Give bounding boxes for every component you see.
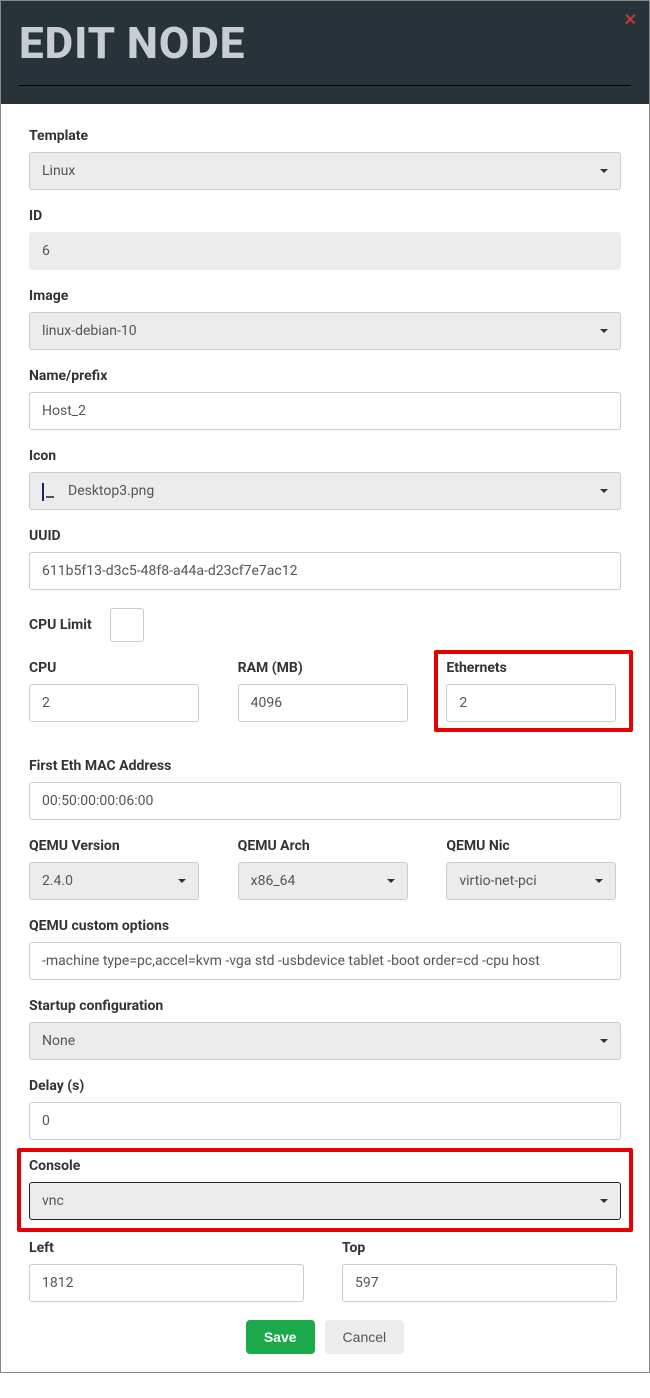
top-field[interactable]: 597 [342, 1264, 617, 1302]
top-value: 597 [355, 1275, 379, 1291]
console-highlight: Console vnc [17, 1148, 633, 1232]
chevron-down-icon [387, 879, 395, 883]
chevron-down-icon [600, 169, 608, 173]
chevron-down-icon [595, 879, 603, 883]
chevron-down-icon [600, 489, 608, 493]
cpu-limit-checkbox[interactable] [110, 608, 144, 642]
ram-label: RAM (MB) [238, 660, 413, 676]
save-button[interactable]: Save [246, 1320, 315, 1354]
ethernets-highlight: Ethernets 2 [434, 650, 633, 732]
console-label: Console [29, 1158, 621, 1174]
modal-body: Template Linux ID 6 Image linux-debian-1… [1, 104, 649, 1372]
uuid-field[interactable]: 611b5f13-d3c5-48f8-a44a-d23cf7e7ac12 [29, 552, 621, 590]
qemu-version-value: 2.4.0 [42, 873, 73, 889]
image-value: linux-debian-10 [42, 323, 137, 339]
ethernets-value: 2 [459, 695, 467, 711]
qemu-custom-value: -machine type=pc,accel=kvm -vga std -usb… [42, 953, 540, 969]
qemu-arch-value: x86_64 [251, 873, 296, 889]
ethernets-label: Ethernets [446, 660, 621, 676]
cancel-button[interactable]: Cancel [325, 1320, 405, 1354]
template-value: Linux [42, 163, 75, 179]
edit-node-modal: ✕ EDIT NODE Template Linux ID 6 Image li… [0, 0, 650, 1373]
uuid-value: 611b5f13-d3c5-48f8-a44a-d23cf7e7ac12 [42, 563, 297, 579]
id-field: 6 [29, 232, 621, 270]
id-value: 6 [42, 243, 50, 259]
left-label: Left [29, 1240, 308, 1256]
top-label: Top [342, 1240, 621, 1256]
startup-select[interactable]: None [29, 1022, 621, 1060]
console-value: vnc [42, 1193, 64, 1209]
image-label: Image [29, 288, 621, 304]
first-mac-value: 00:50:00:00:06:00 [42, 793, 153, 809]
uuid-label: UUID [29, 528, 621, 544]
icon-label: Icon [29, 448, 621, 464]
delay-value: 0 [42, 1113, 50, 1129]
qemu-nic-label: QEMU Nic [446, 838, 621, 854]
page-title: EDIT NODE [19, 11, 631, 86]
name-value: Host_2 [42, 403, 86, 419]
cpu-value: 2 [42, 695, 50, 711]
name-field[interactable]: Host_2 [29, 392, 621, 430]
template-label: Template [29, 128, 621, 144]
qemu-custom-field[interactable]: -machine type=pc,accel=kvm -vga std -usb… [29, 942, 621, 980]
template-select[interactable]: Linux [29, 152, 621, 190]
qemu-version-select[interactable]: 2.4.0 [29, 862, 199, 900]
qemu-version-label: QEMU Version [29, 838, 204, 854]
ram-field[interactable]: 4096 [238, 684, 408, 722]
first-mac-field[interactable]: 00:50:00:00:06:00 [29, 782, 621, 820]
close-icon[interactable]: ✕ [624, 10, 637, 29]
chevron-down-icon [178, 879, 186, 883]
qemu-nic-select[interactable]: virtio-net-pci [446, 862, 616, 900]
chevron-down-icon [600, 1199, 608, 1203]
id-label: ID [29, 208, 621, 224]
name-label: Name/prefix [29, 368, 621, 384]
left-value: 1812 [42, 1275, 73, 1291]
console-select[interactable]: vnc [29, 1182, 621, 1220]
ram-value: 4096 [251, 695, 282, 711]
cpu-field[interactable]: 2 [29, 684, 199, 722]
qemu-custom-label: QEMU custom options [29, 918, 621, 934]
cpu-limit-label: CPU Limit [29, 617, 92, 633]
first-mac-label: First Eth MAC Address [29, 758, 621, 774]
qemu-arch-select[interactable]: x86_64 [238, 862, 408, 900]
ethernets-field[interactable]: 2 [446, 684, 616, 722]
left-field[interactable]: 1812 [29, 1264, 304, 1302]
icon-value: Desktop3.png [68, 483, 154, 499]
modal-header: ✕ EDIT NODE [1, 1, 649, 104]
qemu-arch-label: QEMU Arch [238, 838, 413, 854]
startup-value: None [42, 1033, 75, 1049]
cpu-label: CPU [29, 660, 204, 676]
qemu-nic-value: virtio-net-pci [459, 873, 536, 889]
icon-select[interactable]: Desktop3.png [29, 472, 621, 510]
delay-label: Delay (s) [29, 1078, 621, 1094]
chevron-down-icon [600, 1039, 608, 1043]
delay-field[interactable]: 0 [29, 1102, 621, 1140]
chevron-down-icon [600, 329, 608, 333]
image-select[interactable]: linux-debian-10 [29, 312, 621, 350]
desktop-icon [42, 484, 58, 498]
startup-label: Startup configuration [29, 998, 621, 1014]
